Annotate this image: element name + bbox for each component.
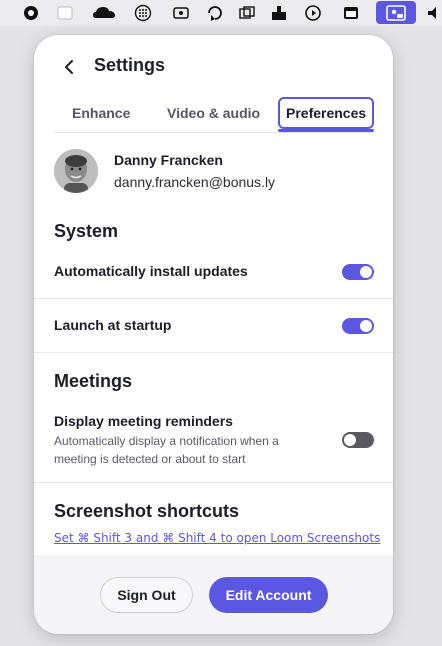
toggle-knob <box>344 434 356 446</box>
tab-enhance[interactable]: Enhance <box>72 97 130 129</box>
divider <box>34 298 393 299</box>
avatar <box>54 149 98 193</box>
system-section-title: System <box>54 221 119 241</box>
user-name: Danny Francken <box>114 152 223 168</box>
settings-popover: Settings Enhance Video & audio Preferenc… <box>34 35 393 634</box>
auto-update-label: Automatically install updates <box>54 263 248 279</box>
active-tab-indicator <box>278 129 374 132</box>
user-email: danny.francken@bonus.ly <box>114 174 276 190</box>
toggle-knob <box>360 320 372 332</box>
auto-update-toggle[interactable] <box>342 264 374 280</box>
tab-video-audio[interactable]: Video & audio <box>167 97 260 129</box>
chevron-left-icon[interactable] <box>60 57 80 77</box>
divider <box>34 352 393 353</box>
audio-icon[interactable] <box>426 4 442 22</box>
grid-icon[interactable] <box>134 4 152 22</box>
loom-icon[interactable] <box>376 1 416 24</box>
toggle-knob <box>360 266 372 278</box>
cloud-icon[interactable] <box>92 4 118 22</box>
camera-icon[interactable] <box>172 4 190 22</box>
tab-preferences[interactable]: Preferences <box>278 97 375 129</box>
app-icon[interactable] <box>22 4 40 22</box>
page-title: Settings <box>94 55 166 75</box>
settings-header: Settings <box>34 35 393 99</box>
sign-out-button[interactable]: Sign Out <box>100 577 193 613</box>
terminal-icon[interactable] <box>342 4 360 22</box>
user-profile: Danny Francken danny.francken@bonus.ly <box>54 149 374 193</box>
sync-icon[interactable] <box>206 4 224 22</box>
meeting-reminders-description: Automatically display a notification whe… <box>54 434 279 466</box>
meeting-reminders-label: Display meeting reminders <box>54 413 233 429</box>
screenshot-shortcut-link[interactable]: Set ⌘ Shift 3 and ⌘ Shift 4 to open Loom… <box>54 531 380 545</box>
tab-bar: Enhance Video & audio Preferences <box>54 97 375 133</box>
meetings-section-title: Meetings <box>54 371 133 391</box>
edit-account-button[interactable]: Edit Account <box>209 577 328 613</box>
launch-startup-label: Launch at startup <box>54 317 172 333</box>
shortcuts-section-title: Screenshot shortcuts <box>54 501 240 521</box>
copy-icon[interactable] <box>238 4 256 22</box>
divider <box>34 482 393 483</box>
meeting-reminders-toggle[interactable] <box>342 432 374 448</box>
settings-footer: Sign Out Edit Account <box>34 555 393 634</box>
window-icon[interactable] <box>56 4 74 22</box>
menu-bar <box>0 0 442 26</box>
refresh-icon[interactable] <box>304 4 322 22</box>
launch-startup-toggle[interactable] <box>342 318 374 334</box>
storage-icon[interactable] <box>270 4 288 22</box>
